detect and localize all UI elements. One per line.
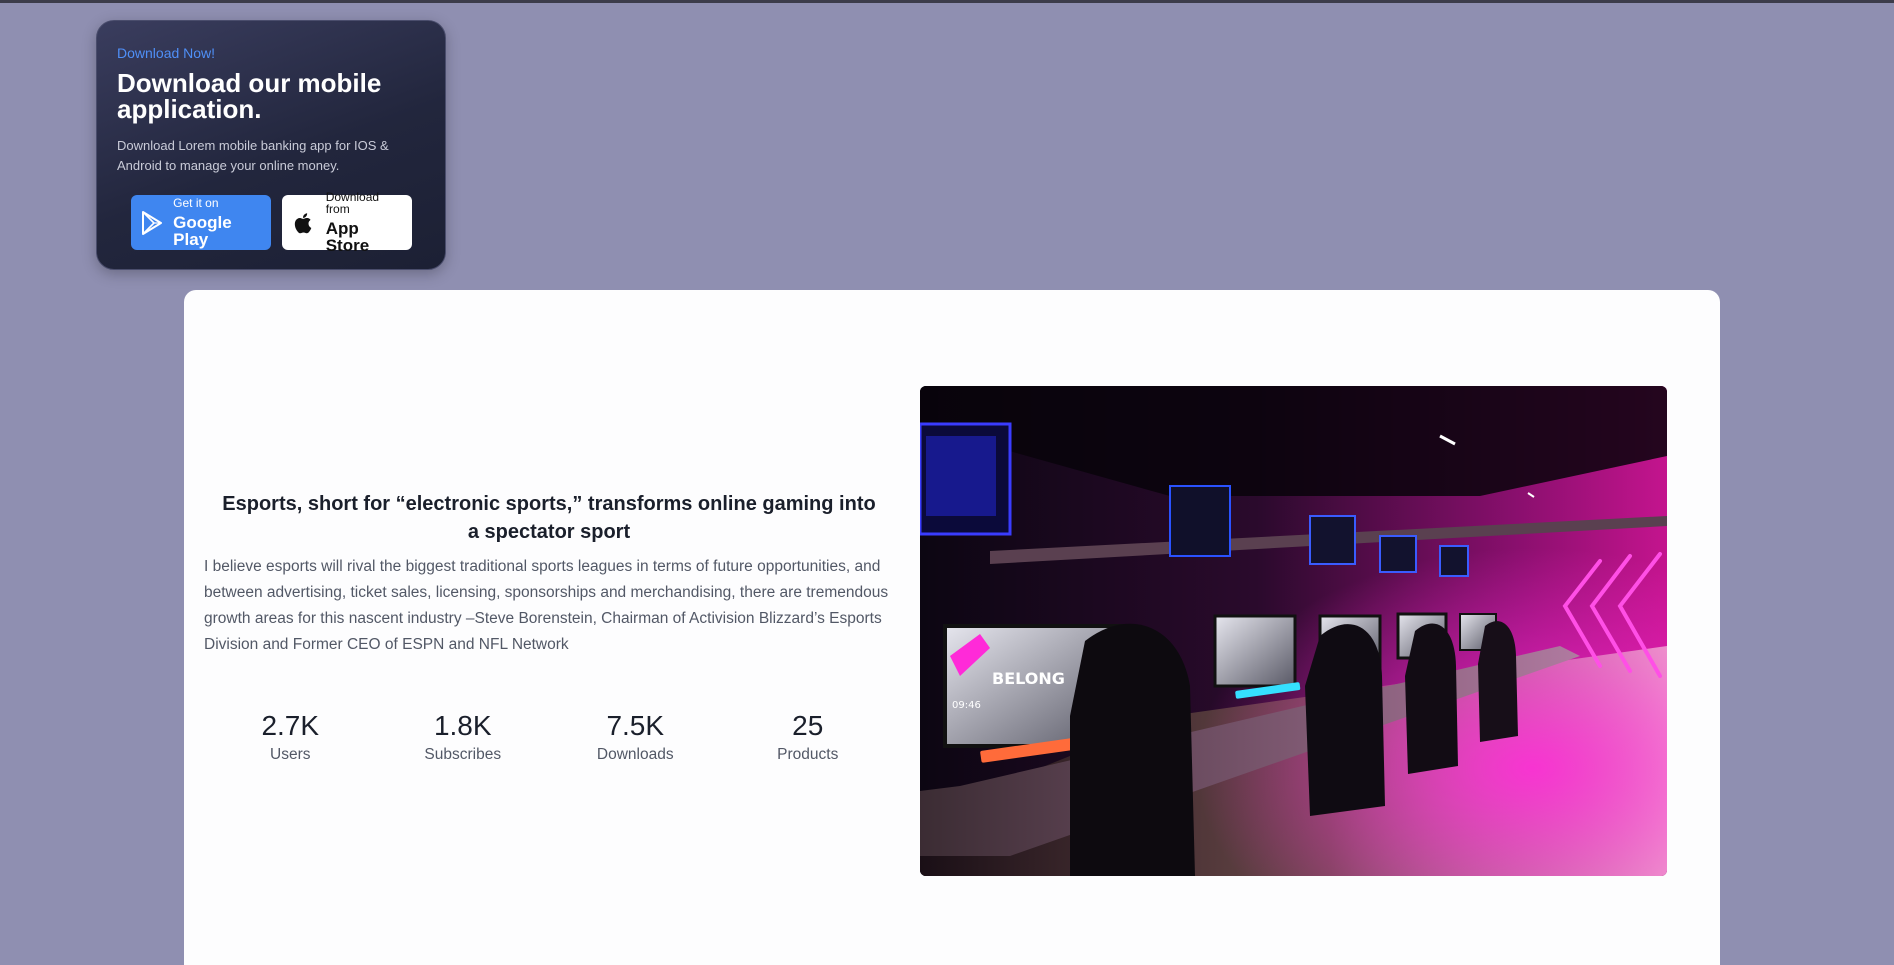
download-eyebrow: Download Now! <box>117 45 216 61</box>
google-play-button[interactable]: Get it on Google Play <box>131 195 271 250</box>
apple-icon <box>290 209 318 237</box>
play-icon <box>139 209 165 237</box>
app-store-button[interactable]: Download from App Store <box>282 191 412 254</box>
article-text: Esports, short for “electronic sports,” … <box>204 490 894 658</box>
app-store-small: Download from <box>325 190 380 216</box>
article-headline: Esports, short for “electronic sports,” … <box>222 493 876 543</box>
stat-users: 2.7K Users <box>204 710 377 764</box>
pc-glass <box>926 436 996 516</box>
pc-case <box>1379 535 1417 573</box>
app-store-text: Download from App Store <box>326 191 406 254</box>
gaming-chair <box>1305 624 1385 816</box>
gaming-room-illustration: BELONG 09:46 <box>920 386 1667 876</box>
stat-value: 25 <box>792 710 824 741</box>
pc-case <box>1309 515 1356 565</box>
stat-value: 7.5K <box>606 710 665 741</box>
gaming-chair <box>1070 623 1195 876</box>
monitor-clock: 09:46 <box>952 700 981 711</box>
pc-case <box>1439 545 1469 577</box>
monitor-text: BELONG <box>992 669 1065 688</box>
stats-row: 2.7K Users 1.8K Subscribes 7.5K Download… <box>204 710 894 764</box>
app-store-big: App Store <box>325 219 370 255</box>
download-app-card: Download Now! Download our mobile applic… <box>96 20 446 270</box>
esports-panel: Esports, short for “electronic sports,” … <box>184 290 1720 965</box>
article-body: I believe esports will rival the biggest… <box>204 558 889 653</box>
google-play-small: Get it on <box>173 196 219 210</box>
stat-label: Users <box>270 746 311 763</box>
store-buttons: Get it on Google Play Download from App … <box>131 191 412 254</box>
pc-case <box>1169 485 1231 557</box>
google-play-text: Get it on Google Play <box>173 197 265 248</box>
download-description: Download Lorem mobile banking app for IO… <box>117 138 389 173</box>
gaming-chair <box>1478 621 1518 742</box>
stat-label: Subscribes <box>424 746 502 763</box>
gaming-chair <box>1405 623 1458 774</box>
stat-value: 1.8K <box>433 710 492 741</box>
download-title: Download our mobile application. <box>117 68 382 124</box>
stat-downloads: 7.5K Downloads <box>549 710 722 764</box>
google-play-big: Google Play <box>173 213 232 249</box>
stat-subscribes: 1.8K Subscribes <box>377 710 550 764</box>
stat-products: 25 Products <box>722 710 895 764</box>
gaming-room-photo: BELONG 09:46 <box>920 386 1667 876</box>
stat-label: Products <box>777 746 839 763</box>
monitor <box>1213 614 1297 688</box>
stat-value: 2.7K <box>261 710 320 741</box>
top-border <box>0 0 1894 3</box>
stat-label: Downloads <box>596 746 674 763</box>
